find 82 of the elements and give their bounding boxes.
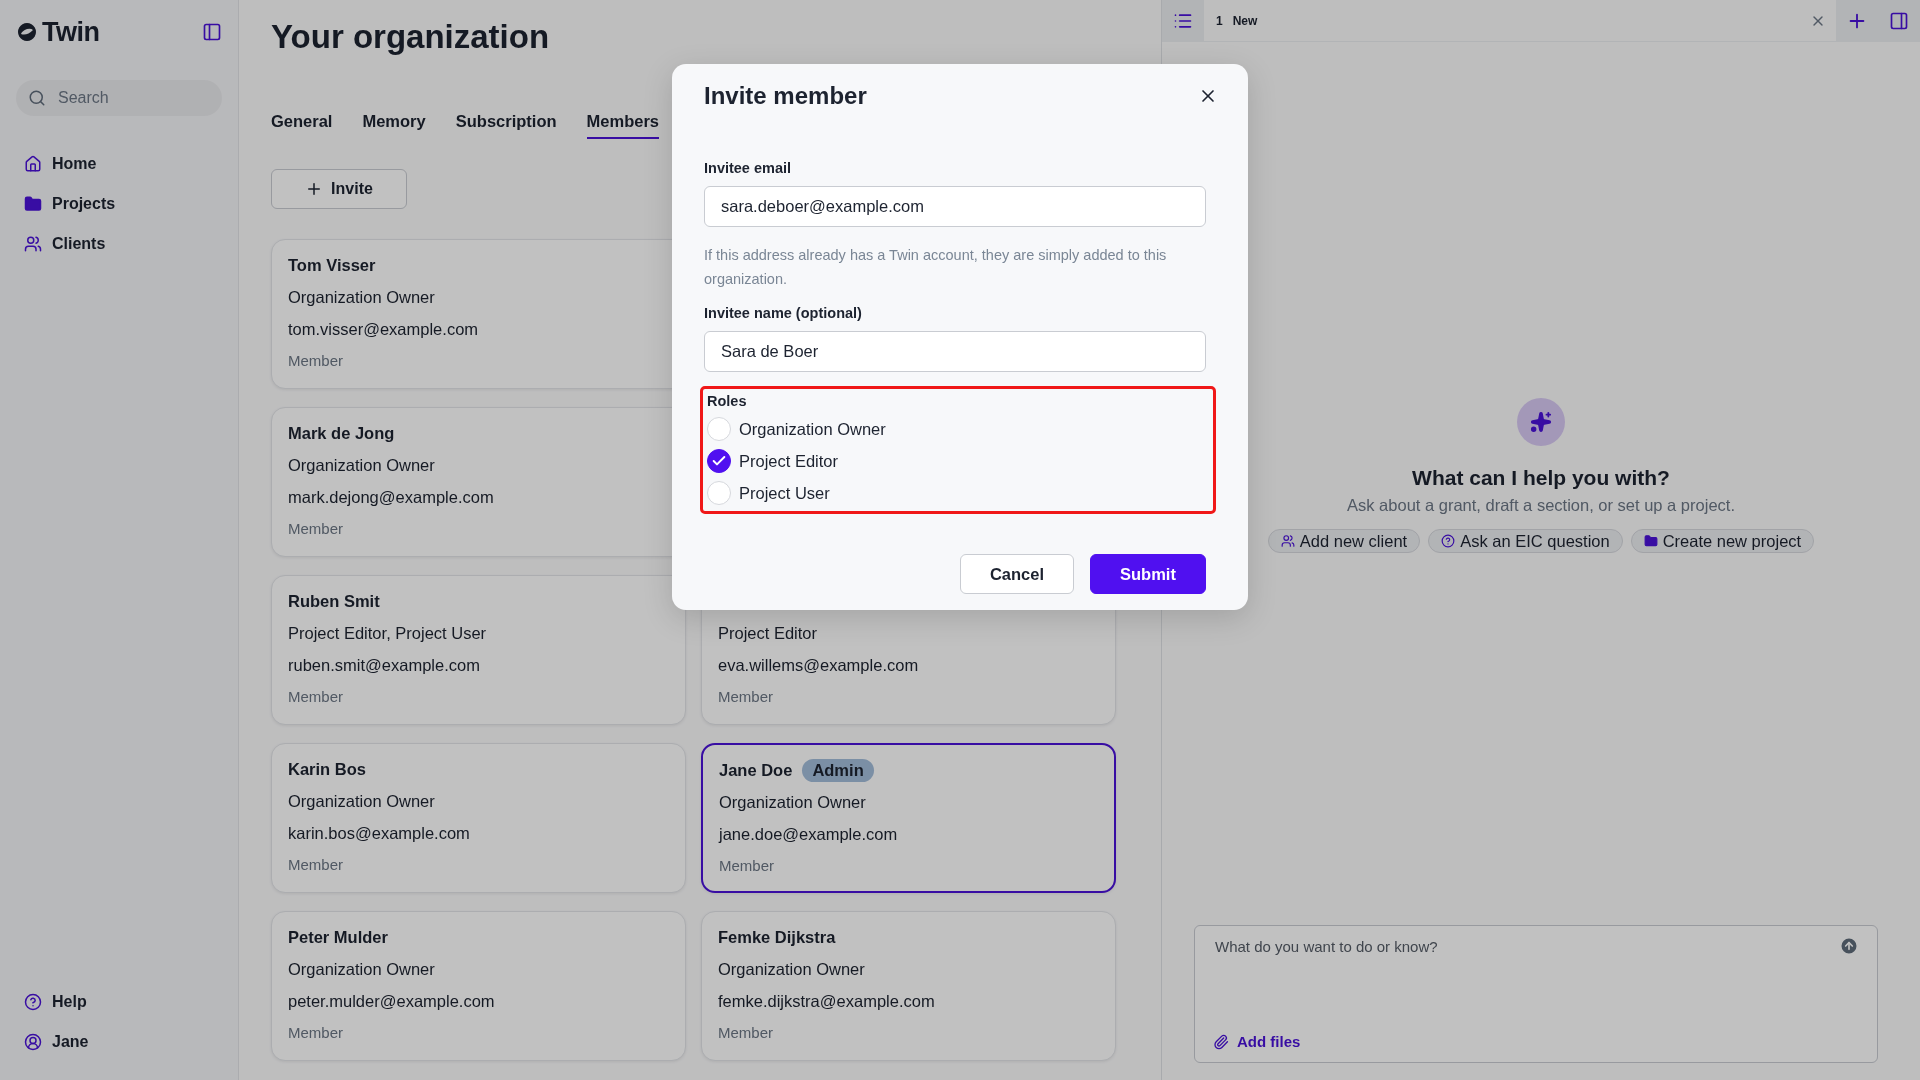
member-email: peter.mulder@example.com — [288, 991, 496, 1012]
role-label: Organization Owner — [739, 419, 886, 439]
dialog-title: Invite member — [704, 82, 867, 110]
member-role: Project Editor — [718, 623, 819, 644]
nav-item[interactable]: Projects — [16, 192, 222, 216]
search-icon — [28, 89, 46, 107]
member-status: Member — [719, 856, 775, 876]
member-role: Project Editor, Project User — [288, 623, 488, 644]
logo-icon — [16, 22, 38, 42]
role-label: Project Editor — [739, 451, 839, 471]
member-name: Karin Bos — [288, 759, 366, 779]
member-role: Organization Owner — [288, 455, 436, 476]
admin-badge: Admin — [802, 758, 874, 782]
sidebar-toggle-icon[interactable] — [202, 22, 222, 42]
users-icon — [24, 235, 42, 253]
member-name: Peter Mulder — [288, 927, 388, 947]
field-label: Invitee email — [704, 160, 793, 176]
tab[interactable]: Subscription — [455, 112, 557, 139]
member-status: Member — [288, 351, 344, 371]
tab[interactable]: Members — [586, 112, 660, 139]
suggestion-chip[interactable]: Ask an EIC question — [1428, 529, 1623, 553]
help-icon — [1441, 534, 1456, 548]
list-icon[interactable] — [1162, 0, 1204, 42]
folder-icon — [1643, 534, 1658, 548]
home-icon — [24, 155, 42, 173]
suggestion-chip[interactable]: Create new project — [1630, 529, 1815, 553]
logo-text: Twin — [42, 16, 100, 48]
assistant-heading: What can I help you with? — [1412, 466, 1670, 490]
paperclip-icon — [1213, 1033, 1229, 1050]
help-icon — [24, 993, 42, 1011]
member-name: Ruben Smit — [288, 591, 380, 611]
name-field[interactable]: Sara de Boer — [704, 331, 1206, 372]
nav-item[interactable]: Clients — [16, 232, 222, 256]
member-email: ruben.smit@example.com — [288, 655, 481, 676]
member-role: Organization Owner — [718, 959, 866, 980]
tab[interactable]: Memory — [362, 112, 426, 139]
member-role: Organization Owner — [719, 792, 867, 813]
nav-item[interactable]: Jane — [16, 1030, 222, 1054]
member-name: Femke Dijkstra — [718, 927, 836, 947]
role-checkbox[interactable] — [707, 449, 731, 473]
member-status: Member — [718, 687, 774, 707]
submit-button[interactable]: Submit — [1090, 554, 1206, 594]
chat-tab[interactable]: 1 New — [1204, 0, 1270, 42]
add-files-link[interactable]: Add files — [1213, 1033, 1859, 1050]
user-icon — [24, 1033, 42, 1051]
users-icon — [1280, 534, 1295, 548]
chat-input[interactable]: What do you want to do or know? Add files — [1194, 925, 1878, 1063]
field-label: Invitee name (optional) — [704, 305, 863, 321]
member-email: jane.doe@example.com — [719, 824, 899, 845]
search-field[interactable]: Search — [56, 88, 196, 108]
member-email: tom.visser@example.com — [288, 319, 480, 340]
nav-item[interactable]: Help — [16, 990, 222, 1014]
assistant-subtitle: Ask about a grant, draft a section, or set up a project. — [1347, 496, 1735, 515]
tab[interactable]: General — [271, 112, 333, 139]
member-status: Member — [288, 1023, 344, 1043]
member-email: mark.dejong@example.com — [288, 487, 495, 508]
send-icon[interactable] — [1839, 936, 1859, 956]
member-name: Mark de Jong — [288, 423, 395, 443]
hint-text: If this address already has a Twin account, they are simply added to this organization. — [704, 246, 1168, 289]
member-role: Organization Owner — [288, 287, 436, 308]
member-status: Member — [718, 1023, 774, 1043]
member-name: Jane Doe — [719, 760, 793, 780]
cancel-button[interactable]: Cancel — [960, 554, 1074, 594]
member-status: Member — [288, 519, 344, 539]
role-label: Project User — [739, 483, 830, 503]
member-email: femke.dijkstra@example.com — [718, 991, 936, 1012]
search-box[interactable]: Search — [16, 80, 222, 116]
member-name: Tom Visser — [288, 255, 376, 275]
member-role: Organization Owner — [288, 791, 436, 812]
sparkles-icon — [1517, 398, 1565, 446]
page-title: Your organization — [271, 18, 551, 56]
invite-button[interactable]: Invite — [271, 169, 407, 209]
member-email: karin.bos@example.com — [288, 823, 471, 844]
suggestion-chip[interactable]: Add new client — [1267, 529, 1421, 553]
member-status: Member — [288, 687, 344, 707]
member-status: Member — [288, 855, 344, 875]
member-role: Organization Owner — [288, 959, 436, 980]
folder-icon — [24, 195, 42, 213]
email-field[interactable]: sara.deboer@example.com — [704, 186, 1206, 227]
roles-label: Roles — [707, 393, 748, 409]
nav-item[interactable]: Home — [16, 152, 222, 176]
member-email: eva.willems@example.com — [718, 655, 920, 676]
